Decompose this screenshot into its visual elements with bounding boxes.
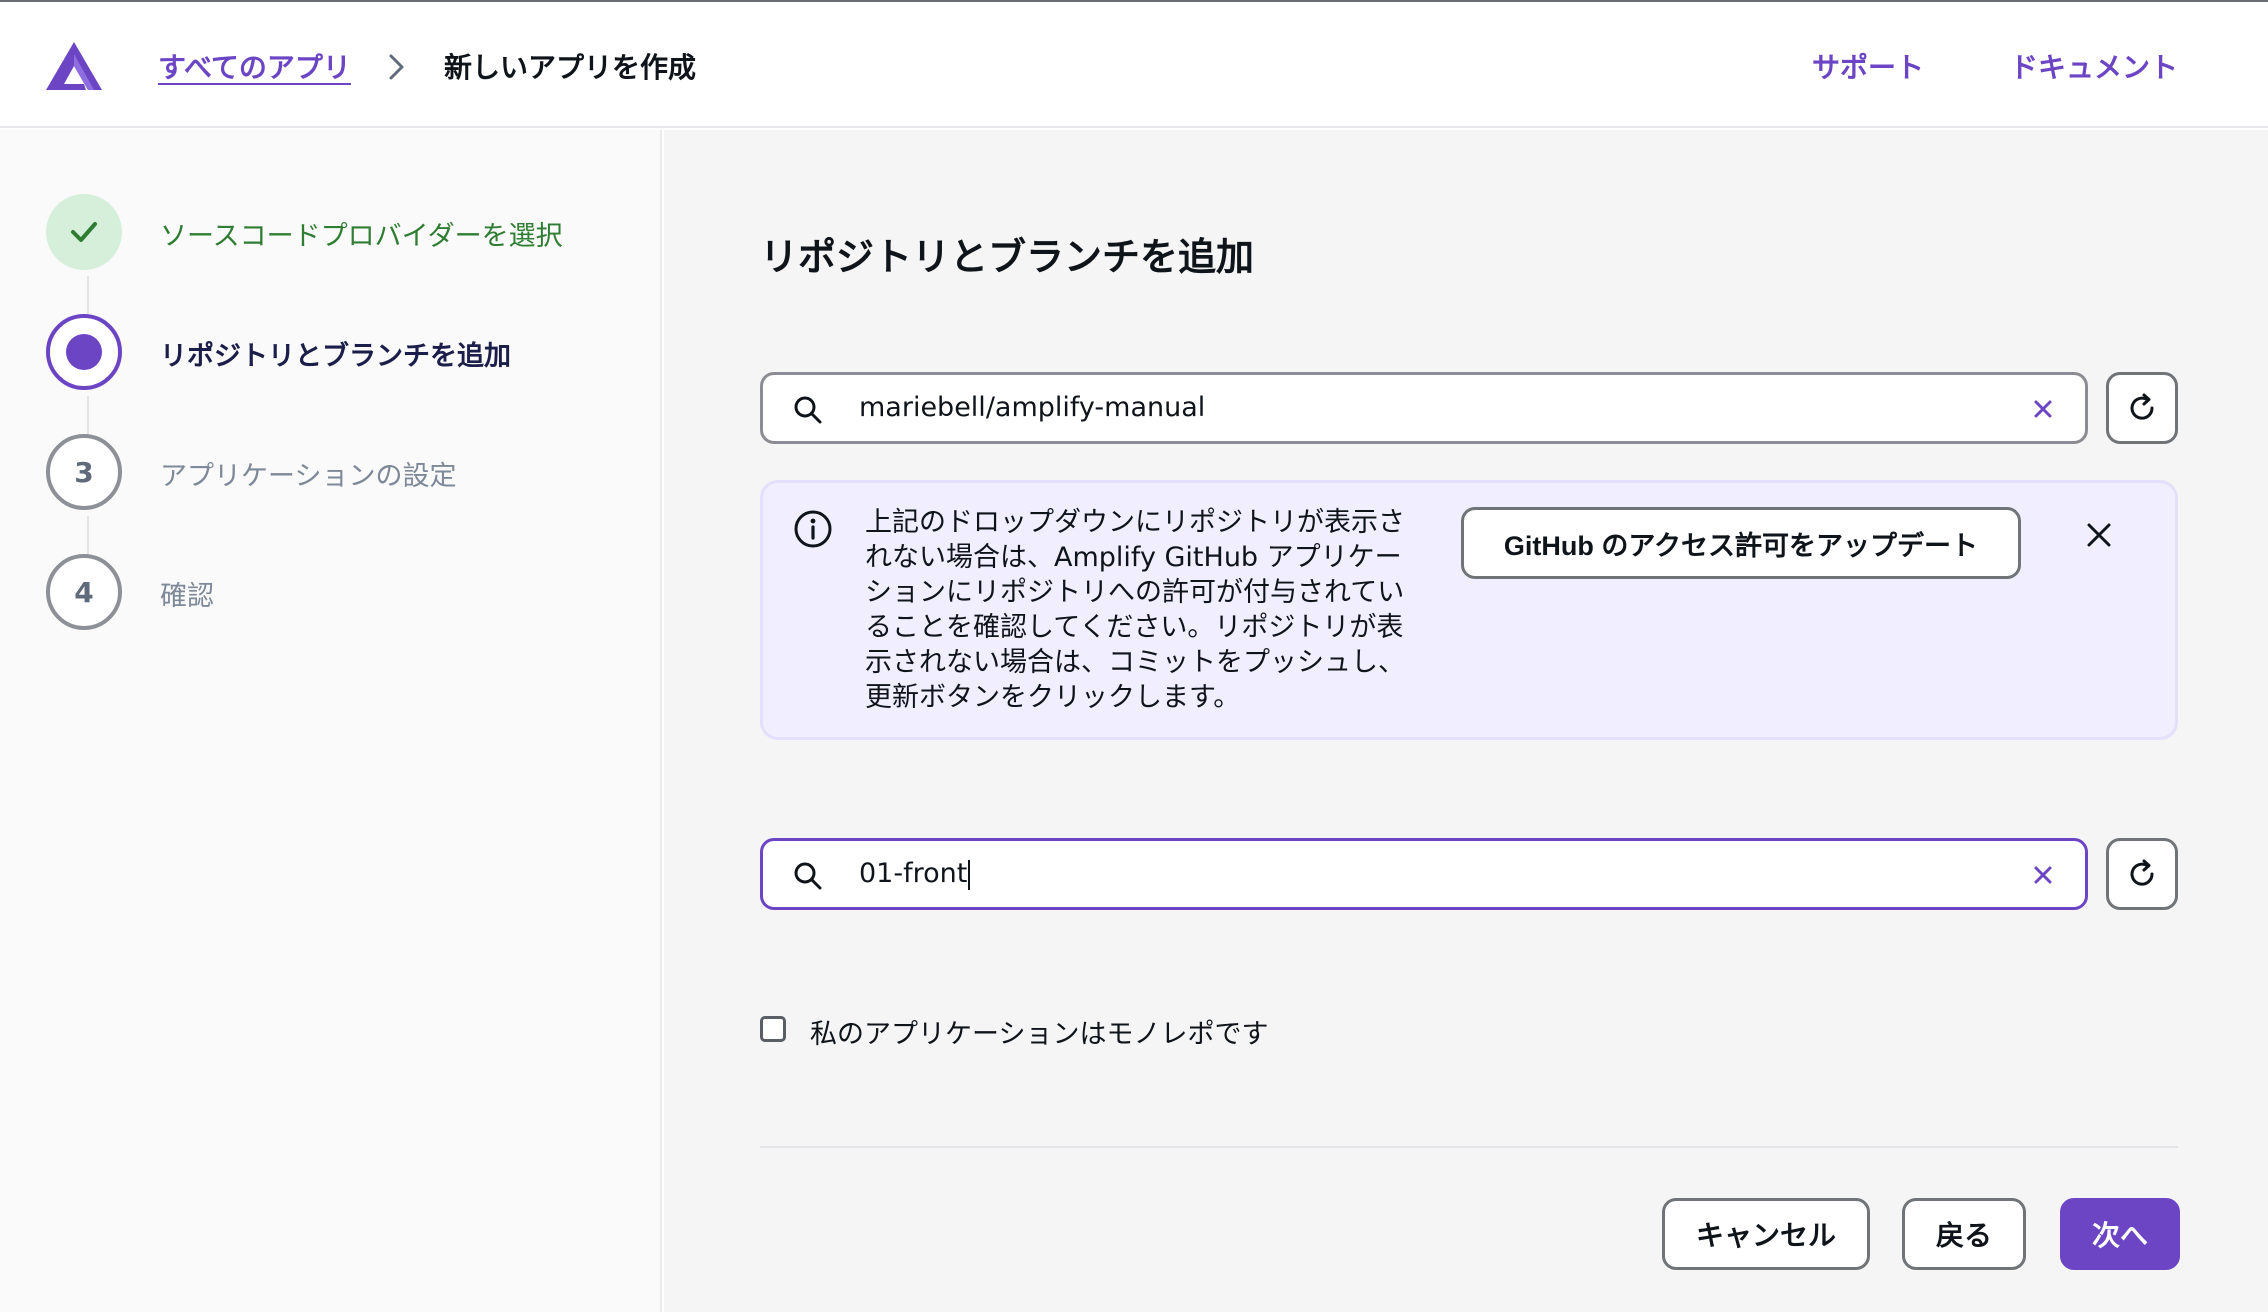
docs-link[interactable]: ドキュメント bbox=[2010, 46, 2178, 86]
close-icon[interactable] bbox=[2085, 521, 2113, 549]
branch-value-wrapper: 01-front bbox=[859, 858, 971, 890]
branch-refresh-button[interactable] bbox=[2106, 838, 2178, 910]
repository-search-input[interactable]: mariebell/amplify-manual bbox=[760, 372, 2088, 444]
page-title: リポジトリとブランチを追加 bbox=[760, 235, 1255, 279]
monorepo-checkbox[interactable] bbox=[760, 1016, 786, 1042]
search-icon bbox=[794, 862, 822, 890]
step-1[interactable]: ソースコードプロバイダーを選択 bbox=[46, 194, 646, 270]
step-complete-indicator bbox=[46, 194, 122, 270]
search-icon bbox=[794, 396, 822, 424]
refresh-icon bbox=[2130, 859, 2154, 886]
clear-icon[interactable] bbox=[2031, 863, 2055, 887]
branch-search-input[interactable]: 01-front bbox=[760, 838, 2088, 910]
repository-value: mariebell/amplify-manual bbox=[859, 392, 1206, 423]
step-3-number: 3 bbox=[46, 434, 122, 510]
refresh-icon bbox=[2130, 393, 2154, 420]
step-1-label: ソースコードプロバイダーを選択 bbox=[160, 221, 563, 252]
amplify-logo-icon[interactable] bbox=[44, 40, 104, 92]
back-button[interactable]: 戻る bbox=[1902, 1198, 2026, 1270]
repository-refresh-button[interactable] bbox=[2106, 372, 2178, 444]
step-2[interactable]: リポジトリとブランチを追加 bbox=[46, 314, 646, 390]
breadcrumb-current: 新しいアプリを作成 bbox=[444, 51, 697, 84]
step-3-label: アプリケーションの設定 bbox=[160, 461, 457, 492]
next-button[interactable]: 次へ bbox=[2060, 1198, 2180, 1270]
info-icon bbox=[794, 510, 832, 548]
app-header: すべてのアプリ 新しいアプリを作成 サポート ドキュメント bbox=[0, 2, 2268, 128]
current-dot bbox=[66, 334, 102, 370]
check-icon bbox=[71, 222, 97, 242]
step-current-indicator bbox=[46, 314, 122, 390]
breadcrumb-all-apps[interactable]: すべてのアプリ bbox=[158, 46, 351, 86]
step-4: 4 確認 bbox=[46, 554, 646, 630]
update-github-permissions-button[interactable]: GitHub のアクセス許可をアップデート bbox=[1461, 507, 2021, 579]
step-4-label: 確認 bbox=[160, 581, 214, 612]
step-connector bbox=[87, 396, 89, 438]
support-link[interactable]: サポート bbox=[1812, 46, 1924, 86]
step-4-number: 4 bbox=[46, 554, 122, 630]
text-caret bbox=[968, 859, 971, 890]
step-connector bbox=[87, 516, 89, 558]
alert-message: 上記のドロップダウンにリポジトリが表示されない場合は、Amplify GitHu… bbox=[865, 507, 1405, 713]
clear-icon[interactable] bbox=[2031, 397, 2055, 421]
step-3: 3 アプリケーションの設定 bbox=[46, 434, 646, 510]
info-alert: 上記のドロップダウンにリポジトリが表示されない場合は、Amplify GitHu… bbox=[760, 480, 2178, 740]
monorepo-label[interactable]: 私のアプリケーションはモノレポです bbox=[810, 1012, 1268, 1051]
step-connector bbox=[87, 276, 89, 318]
step-2-label: リポジトリとブランチを追加 bbox=[160, 341, 511, 372]
branch-value: 01-front bbox=[859, 858, 968, 889]
cancel-button[interactable]: キャンセル bbox=[1662, 1198, 1870, 1270]
chevron-right-icon bbox=[389, 54, 404, 80]
wizard-steps-sidebar: ソースコードプロバイダーを選択 リポジトリとブランチを追加 3 アプリケーション… bbox=[0, 130, 662, 1312]
footer-divider bbox=[760, 1146, 2178, 1148]
